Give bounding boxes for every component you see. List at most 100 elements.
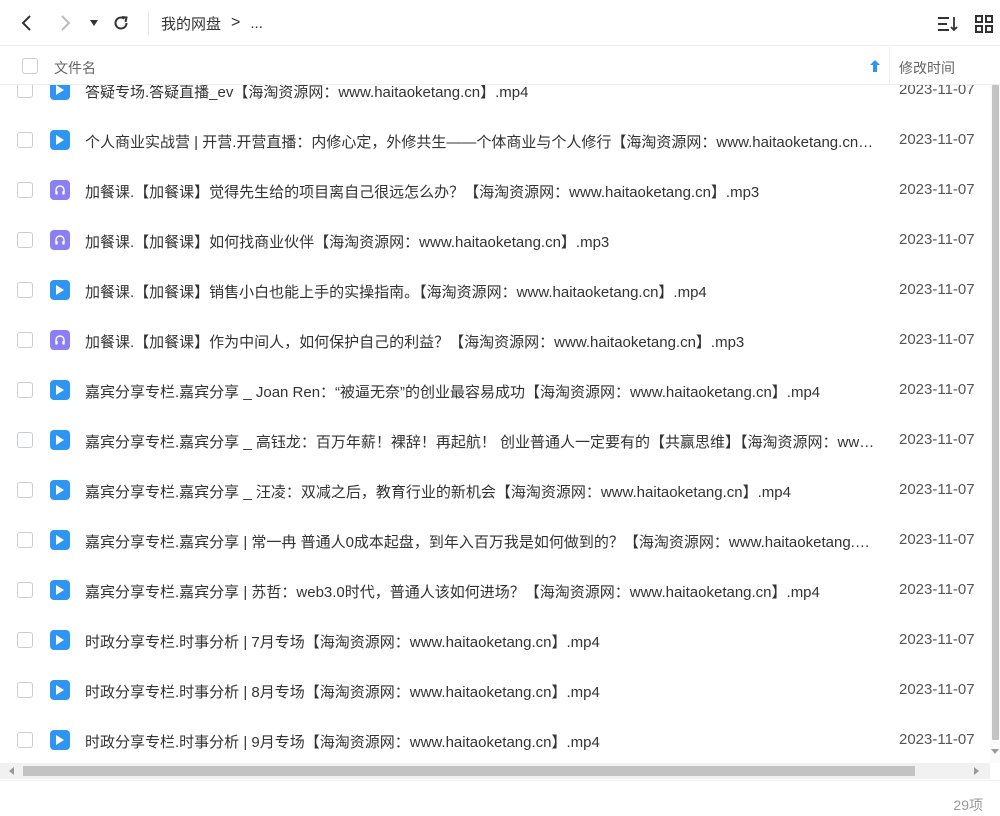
file-row[interactable]: 嘉宾分享专栏.嘉宾分享 _ Joan Ren：“被逼无奈”的创业最容易成功【海淘…	[0, 365, 990, 415]
file-name[interactable]: 个人商业实战营 | 开营.开营直播：内修心定，外修共生——个体商业与个人修行【海…	[85, 131, 875, 152]
file-row[interactable]: 加餐课.【加餐课】销售小白也能上手的实操指南。【海淘资源网：www.haitao…	[0, 265, 990, 315]
breadcrumb-more[interactable]: ...	[250, 15, 263, 32]
file-row[interactable]: 加餐课.【加餐课】作为中间人，如何保护自己的利益？【海淘资源网：www.hait…	[0, 315, 990, 365]
horizontal-scrollbar[interactable]	[0, 763, 990, 779]
file-list: 答疑专场.答疑直播_ev【海淘资源网：www.haitaoketang.cn】.…	[0, 85, 990, 763]
file-modified-date: 2023-11-07	[899, 731, 975, 748]
select-all-checkbox[interactable]	[22, 58, 38, 74]
scroll-right-arrow-icon[interactable]	[972, 767, 980, 775]
file-name[interactable]: 时政分享专栏.时事分析 | 9月专场【海淘资源网：www.haitaoketan…	[85, 731, 875, 752]
file-name[interactable]: 嘉宾分享专栏.嘉宾分享 _ 高钰龙：百万年薪！裸辞！再起航！ 创业普通人一定要有…	[85, 431, 875, 452]
grid-icon	[975, 15, 993, 33]
file-name[interactable]: 时政分享专栏.时事分析 | 7月专场【海淘资源网：www.haitaoketan…	[85, 631, 875, 652]
row-checkbox[interactable]	[17, 282, 33, 298]
video-file-icon	[50, 430, 70, 450]
grid-view-button[interactable]	[972, 12, 996, 36]
file-name[interactable]: 加餐课.【加餐课】觉得先生给的项目离自己很远怎么办？【海淘资源网：www.hai…	[85, 181, 875, 202]
file-row[interactable]: 嘉宾分享专栏.嘉宾分享 _ 汪凌：双减之后，教育行业的新机会【海淘资源网：www…	[0, 465, 990, 515]
file-name[interactable]: 加餐课.【加餐课】如何找商业伙伴【海淘资源网：www.haitaoketang.…	[85, 231, 875, 252]
video-file-icon	[50, 730, 70, 750]
file-row[interactable]: 嘉宾分享专栏.嘉宾分享 | 苏哲：web3.0时代，普通人该如何进场？【海淘资源…	[0, 565, 990, 615]
sort-button[interactable]	[936, 12, 960, 36]
file-modified-date: 2023-11-07	[899, 381, 975, 398]
row-checkbox[interactable]	[17, 632, 33, 648]
forward-button[interactable]	[50, 8, 80, 38]
file-modified-date: 2023-11-07	[899, 281, 975, 298]
column-header-name[interactable]: 文件名	[54, 58, 96, 78]
audio-file-icon	[50, 180, 70, 200]
row-checkbox[interactable]	[17, 232, 33, 248]
refresh-icon	[114, 16, 128, 30]
row-checkbox[interactable]	[17, 582, 33, 598]
file-modified-date: 2023-11-07	[899, 331, 975, 348]
history-dropdown-button[interactable]	[80, 8, 108, 38]
row-checkbox[interactable]	[17, 432, 33, 448]
file-modified-date: 2023-11-07	[899, 631, 975, 648]
row-checkbox[interactable]	[17, 482, 33, 498]
video-file-icon	[50, 280, 70, 300]
row-checkbox[interactable]	[17, 732, 33, 748]
file-name[interactable]: 嘉宾分享专栏.嘉宾分享 _ Joan Ren：“被逼无奈”的创业最容易成功【海淘…	[85, 381, 875, 402]
file-row[interactable]: 时政分享专栏.时事分析 | 7月专场【海淘资源网：www.haitaoketan…	[0, 615, 990, 665]
file-row[interactable]: 答疑专场.答疑直播_ev【海淘资源网：www.haitaoketang.cn】.…	[0, 85, 990, 115]
row-checkbox[interactable]	[17, 532, 33, 548]
video-file-icon	[50, 380, 70, 400]
file-modified-date: 2023-11-07	[899, 581, 975, 598]
back-button[interactable]	[12, 8, 42, 38]
file-name[interactable]: 嘉宾分享专栏.嘉宾分享 | 苏哲：web3.0时代，普通人该如何进场？【海淘资源…	[85, 581, 875, 602]
toolbar: 我的网盘 > ...	[0, 0, 1000, 46]
audio-file-icon	[50, 330, 70, 350]
file-row[interactable]: 嘉宾分享专栏.嘉宾分享 _ 高钰龙：百万年薪！裸辞！再起航！ 创业普通人一定要有…	[0, 415, 990, 465]
file-name[interactable]: 嘉宾分享专栏.嘉宾分享 _ 汪凌：双减之后，教育行业的新机会【海淘资源网：www…	[85, 481, 875, 502]
file-row[interactable]: 时政分享专栏.时事分析 | 8月专场【海淘资源网：www.haitaoketan…	[0, 665, 990, 715]
list-header: 文件名 修改时间	[0, 47, 1000, 85]
caret-down-icon	[90, 20, 98, 26]
scroll-down-arrow-icon[interactable]	[991, 747, 999, 755]
vertical-scrollbar[interactable]	[990, 85, 1000, 763]
video-file-icon	[50, 530, 70, 550]
video-file-icon	[50, 85, 70, 100]
file-row[interactable]: 嘉宾分享专栏.嘉宾分享 | 常一冉 普通人0成本起盘，到年入百万我是如何做到的？…	[0, 515, 990, 565]
column-header-modified[interactable]: 修改时间	[899, 58, 955, 78]
file-modified-date: 2023-11-07	[899, 85, 975, 98]
breadcrumb-root[interactable]: 我的网盘	[161, 13, 221, 34]
file-name[interactable]: 加餐课.【加餐课】作为中间人，如何保护自己的利益？【海淘资源网：www.hait…	[85, 331, 875, 352]
file-name[interactable]: 答疑专场.答疑直播_ev【海淘资源网：www.haitaoketang.cn】.…	[85, 85, 875, 102]
video-file-icon	[50, 630, 70, 650]
row-checkbox[interactable]	[17, 132, 33, 148]
refresh-button[interactable]	[106, 8, 136, 38]
toolbar-divider	[148, 11, 149, 35]
file-modified-date: 2023-11-07	[899, 531, 975, 548]
breadcrumb: 我的网盘 > ...	[161, 11, 263, 35]
file-modified-date: 2023-11-07	[899, 181, 975, 198]
file-row[interactable]: 加餐课.【加餐课】觉得先生给的项目离自己很远怎么办？【海淘资源网：www.hai…	[0, 165, 990, 215]
sort-list-icon	[938, 17, 958, 32]
file-modified-date: 2023-11-07	[899, 231, 975, 248]
file-name[interactable]: 时政分享专栏.时事分析 | 8月专场【海淘资源网：www.haitaoketan…	[85, 681, 875, 702]
video-file-icon	[50, 580, 70, 600]
arrow-right-icon	[61, 15, 71, 31]
video-file-icon	[50, 680, 70, 700]
row-checkbox[interactable]	[17, 382, 33, 398]
row-checkbox[interactable]	[17, 182, 33, 198]
horizontal-scroll-thumb[interactable]	[23, 766, 915, 776]
video-file-icon	[50, 480, 70, 500]
status-bar: 29项	[0, 780, 1000, 816]
row-checkbox[interactable]	[17, 85, 33, 98]
file-modified-date: 2023-11-07	[899, 431, 975, 448]
row-checkbox[interactable]	[17, 332, 33, 348]
file-row[interactable]: 加餐课.【加餐课】如何找商业伙伴【海淘资源网：www.haitaoketang.…	[0, 215, 990, 265]
file-modified-date: 2023-11-07	[899, 131, 975, 148]
column-divider	[889, 47, 890, 85]
file-modified-date: 2023-11-07	[899, 681, 975, 698]
row-checkbox[interactable]	[17, 682, 33, 698]
file-name[interactable]: 加餐课.【加餐课】销售小白也能上手的实操指南。【海淘资源网：www.haitao…	[85, 281, 875, 302]
video-file-icon	[50, 130, 70, 150]
file-row[interactable]: 时政分享专栏.时事分析 | 9月专场【海淘资源网：www.haitaoketan…	[0, 715, 990, 763]
sort-ascending-icon[interactable]	[869, 59, 881, 73]
file-name[interactable]: 嘉宾分享专栏.嘉宾分享 | 常一冉 普通人0成本起盘，到年入百万我是如何做到的？…	[85, 531, 875, 552]
vertical-scroll-thumb[interactable]	[992, 85, 999, 740]
scroll-left-arrow-icon[interactable]	[8, 767, 16, 775]
arrow-left-icon	[21, 15, 31, 31]
file-row[interactable]: 个人商业实战营 | 开营.开营直播：内修心定，外修共生——个体商业与个人修行【海…	[0, 115, 990, 165]
